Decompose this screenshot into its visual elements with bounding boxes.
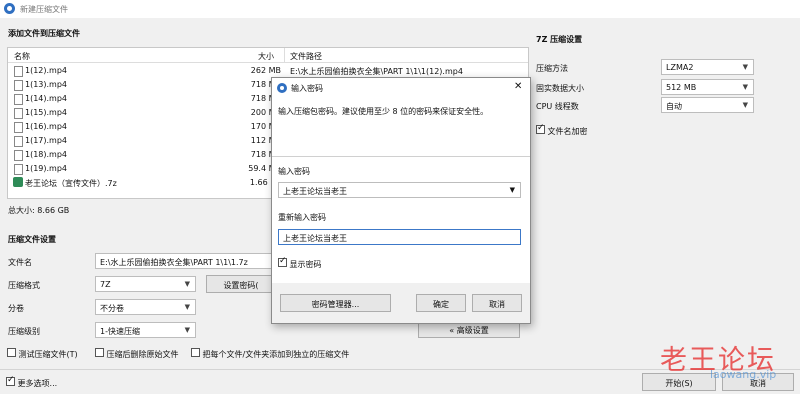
file-name: 1(13).mp4	[25, 80, 68, 89]
chevron-down-icon: ▼	[742, 63, 748, 71]
format-select[interactable]: 7Z ▼	[95, 276, 196, 292]
column-size[interactable]: 大小	[258, 51, 274, 62]
compress-settings-title: 压缩文件设置	[8, 235, 56, 244]
file-icon	[14, 94, 23, 105]
more-options-label: 更多选项...	[17, 379, 58, 388]
format-value: 7Z	[100, 280, 111, 289]
separate-archive-option[interactable]: 把每个文件/文件夹添加到独立的压缩文件	[191, 348, 349, 360]
test-archive-label: 测试压缩文件(T)	[18, 350, 78, 359]
chevron-down-icon: ▼	[184, 326, 190, 334]
delete-after-label: 压缩后删除原始文件	[106, 350, 179, 359]
filename-input[interactable]: E:\水上乐园偷拍换衣全集\PART 1\1\1.7z	[95, 253, 275, 269]
chevron-down-icon: ▼	[742, 83, 748, 91]
dialog-footer: 密码管理器... 确定 取消	[272, 283, 530, 323]
method-label: 压缩方法	[536, 64, 568, 73]
file-icon	[14, 122, 23, 133]
file-name: 1(14).mp4	[25, 94, 68, 103]
ok-button[interactable]: 确定	[416, 294, 466, 312]
total-size: 总大小: 8.66 GB	[8, 206, 70, 215]
7z-settings-panel: 7Z 压缩设置 压缩方法 LZMA2 ▼ 固实数据大小 512 MB ▼ CPU…	[530, 20, 800, 368]
level-label: 压缩级别	[8, 327, 40, 336]
delete-after-option[interactable]: 压缩后删除原始文件	[95, 348, 179, 360]
method-value: LZMA2	[666, 63, 694, 72]
file-icon	[14, 164, 23, 175]
show-password-label: 显示密码	[289, 260, 322, 269]
show-password-checkbox[interactable]	[278, 256, 287, 267]
volume-value: 不分卷	[100, 304, 124, 313]
title-bar: 新建压缩文件	[0, 0, 800, 18]
password-dialog: 输入密码 ✕ 输入压缩包密码。建议使用至少 8 位的密码来保证安全性。 输入密码…	[271, 77, 531, 324]
encrypt-names-option[interactable]: 文件名加密	[536, 123, 588, 137]
separate-archive-checkbox[interactable]	[191, 348, 200, 357]
close-icon[interactable]: ✕	[514, 81, 522, 92]
delete-after-checkbox[interactable]	[95, 348, 104, 357]
volume-label: 分卷	[8, 304, 24, 313]
chevron-down-icon: ▼	[742, 101, 748, 109]
separate-archive-label: 把每个文件/文件夹添加到独立的压缩文件	[202, 350, 350, 359]
dialog-app-icon	[277, 83, 287, 93]
archive-icon	[13, 177, 23, 187]
file-icon	[14, 66, 23, 77]
file-path: E:\水上乐园偷拍换衣全集\PART 1\1\1(12).mp4	[290, 67, 463, 76]
dialog-title: 输入密码	[291, 84, 323, 93]
method-select[interactable]: LZMA2 ▼	[661, 59, 754, 75]
file-name: 1(19).mp4	[25, 164, 68, 173]
dict-select[interactable]: 512 MB ▼	[661, 79, 754, 95]
file-name: 老王论坛（宣传文件）.7z	[25, 179, 117, 188]
file-name: 1(18).mp4	[25, 150, 68, 159]
enter-password-value: 上老王论坛当老王	[283, 187, 347, 196]
threads-label: CPU 线程数	[536, 102, 579, 111]
list-item[interactable]: 1(12).mp4 262 MB E:\水上乐园偷拍换衣全集\PART 1\1\…	[8, 64, 528, 78]
file-name: 1(15).mp4	[25, 108, 68, 117]
dialog-hint: 输入压缩包密码。建议使用至少 8 位的密码来保证安全性。	[278, 107, 489, 116]
app-icon	[4, 3, 15, 14]
file-icon	[14, 80, 23, 91]
file-name: 1(17).mp4	[25, 136, 68, 145]
file-size: 262 MB	[250, 66, 281, 75]
7z-settings-title: 7Z 压缩设置	[536, 35, 583, 44]
column-path[interactable]: 文件路径	[290, 51, 322, 62]
files-section-title: 添加文件到压缩文件	[8, 29, 80, 38]
file-list-header: 名称 大小 文件路径	[8, 48, 528, 63]
dict-label: 固实数据大小	[536, 84, 584, 93]
column-name[interactable]: 名称	[14, 51, 30, 62]
dict-value: 512 MB	[666, 83, 697, 92]
format-label: 压缩格式	[8, 281, 40, 290]
more-options-checkbox[interactable]	[6, 375, 15, 386]
reenter-password-label: 重新输入密码	[278, 213, 326, 222]
file-name: 1(12).mp4	[25, 66, 68, 75]
enter-password-input[interactable]: 上老王论坛当老王 ▼	[278, 182, 521, 198]
watermark-url: laowang.vip	[710, 368, 777, 381]
encrypt-names-label: 文件名加密	[547, 127, 588, 136]
password-manager-button[interactable]: 密码管理器...	[280, 294, 391, 312]
show-password-option[interactable]: 显示密码	[278, 256, 322, 270]
window-title: 新建压缩文件	[20, 5, 68, 14]
chevron-down-icon: ▼	[184, 303, 190, 311]
test-archive-checkbox[interactable]	[7, 348, 16, 357]
test-archive-option[interactable]: 测试压缩文件(T)	[7, 348, 78, 360]
filename-label: 文件名	[8, 258, 32, 267]
threads-select[interactable]: 自动 ▼	[661, 97, 754, 113]
file-icon	[14, 136, 23, 147]
chevron-down-icon[interactable]: ▼	[510, 186, 515, 194]
more-options[interactable]: 更多选项...	[6, 375, 58, 389]
file-icon	[14, 108, 23, 119]
level-select[interactable]: 1-快速压缩 ▼	[95, 322, 196, 338]
encrypt-names-checkbox[interactable]	[536, 123, 545, 134]
set-password-button[interactable]: 设置密码(	[206, 275, 276, 293]
threads-value: 自动	[666, 102, 682, 111]
file-icon	[14, 150, 23, 161]
volume-select[interactable]: 不分卷 ▼	[95, 299, 196, 315]
level-value: 1-快速压缩	[100, 327, 140, 336]
enter-password-label: 输入密码	[278, 167, 310, 176]
chevron-down-icon: ▼	[184, 280, 190, 288]
file-name: 1(16).mp4	[25, 122, 68, 131]
dialog-cancel-button[interactable]: 取消	[472, 294, 522, 312]
reenter-password-input[interactable]: 上老王论坛当老王	[278, 229, 521, 245]
